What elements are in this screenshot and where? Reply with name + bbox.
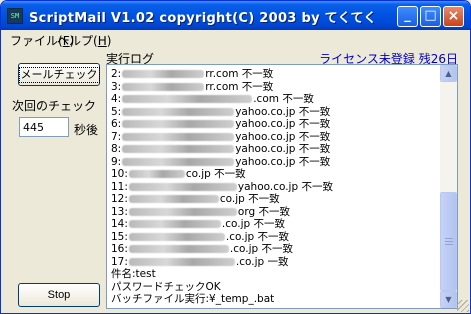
redacted-address [122, 132, 235, 141]
minimize-button[interactable]: _ [397, 6, 418, 27]
log-line-status: yahoo.co.jp 不一致 [237, 180, 333, 193]
log-line: 6: yahoo.co.jp 不一致 [111, 118, 435, 131]
redacted-address [122, 107, 235, 116]
menu-help[interactable]: ヘルプ(H) [57, 32, 111, 49]
log-line-prefix: 件名:test [111, 268, 156, 280]
next-check-label: 次回のチェック [12, 99, 97, 113]
vertical-scrollbar[interactable]: ▲ ▼ [440, 65, 457, 308]
scroll-thumb[interactable] [440, 192, 457, 291]
window-title: ScriptMail V1.02 copyright(C) 2003 by てく… [29, 11, 377, 26]
log-line-prefix: 5: [111, 105, 122, 118]
redacted-address [122, 70, 205, 78]
log-line-status: .co.jp 一致 [235, 255, 289, 268]
scroll-up-icon[interactable]: ▲ [440, 65, 457, 82]
log-line-prefix: パスワードチェックOK [111, 280, 221, 293]
log-line-prefix: バッチファイル実行:¥_temp_.bat [111, 293, 275, 305]
redacted-address [122, 82, 205, 91]
mail-check-button[interactable]: メールチェック [18, 63, 100, 86]
redacted-address [128, 195, 219, 203]
seconds-unit: 秒後 [74, 123, 99, 137]
log-line: 15: .co.jp 不一致 [111, 231, 435, 244]
app-window: SM ScriptMail V1.02 copyright(C) 2003 by… [0, 0, 471, 314]
redacted-address [122, 95, 253, 103]
redacted-address [128, 170, 185, 178]
log-line-status: yahoo.co.jp 不一致 [235, 105, 331, 118]
log-line-prefix: 4: [111, 93, 122, 105]
menu-help-label: ヘルプ [57, 34, 94, 48]
maximize-button[interactable]: □ [420, 6, 441, 27]
log-textarea[interactable]: 2: rr.com 不一致 3: rr.com 不一致 4: .com 不一致 5: yaho… [106, 64, 458, 309]
log-line-prefix: 15: [111, 230, 128, 243]
log-line: バッチファイル実行:¥_temp_.bat [111, 293, 435, 306]
log-line: 12: co.jp 不一致 [111, 193, 435, 206]
log-line: 9: yahoo.co.jp 不一致 [111, 156, 435, 169]
menu-file-label: ファイル [10, 34, 59, 48]
app-icon[interactable]: SM [7, 8, 23, 24]
log-line: 3: rr.com 不一致 [111, 81, 435, 94]
redacted-address [128, 245, 229, 253]
log-line-status: .co.jp 不一致 [221, 218, 286, 230]
redacted-address [128, 207, 237, 216]
log-line-status: rr.com 不一致 [205, 68, 274, 80]
log-line-status: yahoo.co.jp 不一致 [235, 155, 331, 168]
log-line-prefix: 14: [111, 218, 128, 230]
log-line: 13: org 不一致 [111, 206, 435, 219]
redacted-address [122, 120, 235, 128]
log-line: 10: co.jp 不一致 [111, 168, 435, 181]
title-bar[interactable]: SM ScriptMail V1.02 copyright(C) 2003 by… [1, 1, 470, 30]
stop-button[interactable]: Stop [18, 283, 100, 307]
log-line: 2: rr.com 不一致 [111, 68, 435, 81]
log-line-prefix: 16: [111, 243, 128, 255]
log-line-prefix: 8: [111, 143, 122, 155]
scroll-down-icon[interactable]: ▼ [440, 291, 457, 308]
menu-bar: ファイル(F) ヘルプ(H) [1, 30, 470, 48]
log-line-status: co.jp 不一致 [185, 168, 246, 180]
log-line: 16: .co.jp 不一致 [111, 243, 435, 256]
log-line: 件名:test [111, 268, 435, 281]
log-line: 4: .com 不一致 [111, 93, 435, 106]
log-line-status: yahoo.co.jp 不一致 [235, 130, 331, 143]
log-line-prefix: 10: [111, 168, 128, 180]
log-line-status: .co.jp 不一致 [225, 230, 290, 243]
log-line-prefix: 7: [111, 130, 122, 143]
log-line: 7: yahoo.co.jp 不一致 [111, 131, 435, 144]
log-line-status: yahoo.co.jp 不一致 [235, 118, 331, 130]
log-line-status: yahoo.co.jp 不一致 [235, 143, 331, 155]
menu-help-accel: H [97, 34, 107, 48]
log-line-status: .com 不一致 [253, 93, 314, 105]
log-line: パスワードチェックOK [111, 281, 435, 294]
resize-grip-icon[interactable] [457, 300, 469, 312]
close-button[interactable]: × [443, 6, 464, 27]
log-line: 17: .co.jp 一致 [111, 256, 435, 269]
log-line-prefix: 13: [111, 205, 128, 218]
log-line-prefix: 2: [111, 68, 122, 80]
log-line: 8: yahoo.co.jp 不一致 [111, 143, 435, 156]
redacted-address [128, 220, 221, 228]
log-line-status: co.jp 不一致 [219, 193, 280, 205]
seconds-input[interactable] [19, 117, 69, 137]
log-line-prefix: 3: [111, 80, 122, 93]
log-line-prefix: 17: [111, 255, 128, 268]
log-lines: 2: rr.com 不一致 3: rr.com 不一致 4: .com 不一致 5: yaho… [111, 68, 435, 306]
redacted-address [128, 257, 235, 266]
log-line: 5: yahoo.co.jp 不一致 [111, 106, 435, 119]
log-line-status: org 不一致 [237, 205, 290, 218]
redacted-address [128, 232, 225, 241]
log-line: 14: .co.jp 不一致 [111, 218, 435, 231]
log-line-status: .co.jp 不一致 [229, 243, 294, 255]
log-line-prefix: 12: [111, 193, 128, 205]
log-line-prefix: 6: [111, 118, 122, 130]
redacted-address [122, 145, 235, 153]
log-line-prefix: 9: [111, 155, 122, 168]
redacted-address [128, 182, 237, 191]
redacted-address [122, 157, 235, 166]
mail-check-label: メールチェック [18, 66, 100, 83]
log-line-status: rr.com 不一致 [205, 80, 274, 93]
log-line: 11: yahoo.co.jp 不一致 [111, 181, 435, 194]
log-line-prefix: 11: [111, 180, 128, 193]
